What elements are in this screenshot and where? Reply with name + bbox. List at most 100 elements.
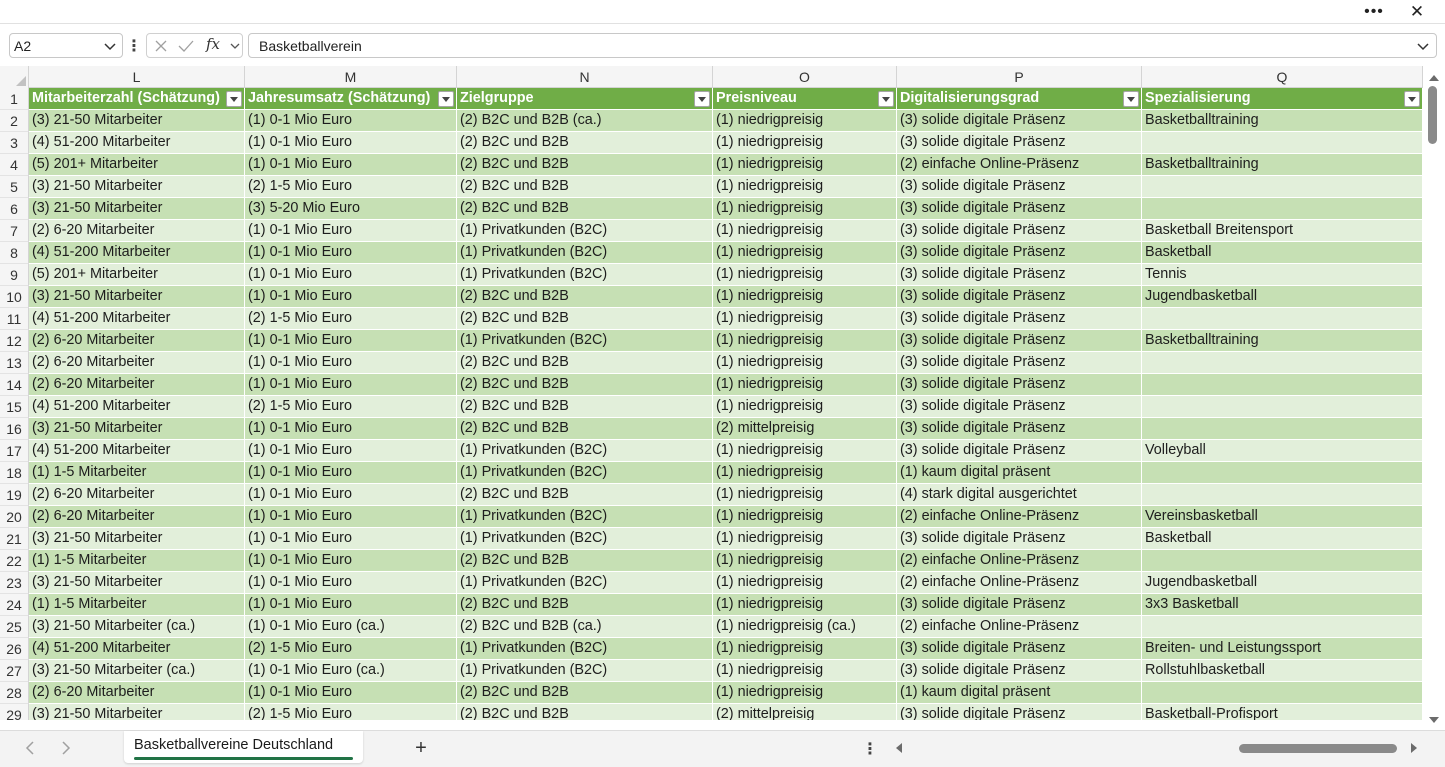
table-cell[interactable]: (1) 1-5 Mitarbeiter [29,594,245,616]
table-cell[interactable]: (2) einfache Online-Präsenz [897,616,1142,638]
table-cell[interactable]: (1) niedrigpreisig [713,242,897,264]
table-cell[interactable]: (1) 0-1 Mio Euro [245,154,457,176]
row-header[interactable]: 26 [0,638,29,660]
table-cell[interactable]: (3) 21-50 Mitarbeiter [29,286,245,308]
table-cell[interactable]: (2) B2C und B2B [457,308,713,330]
more-options-button[interactable]: ••• [1354,0,1394,23]
table-cell[interactable]: (2) 6-20 Mitarbeiter [29,374,245,396]
table-cell[interactable] [1142,374,1423,396]
table-cell[interactable]: (1) 0-1 Mio Euro [245,264,457,286]
table-cell[interactable] [1142,462,1423,484]
table-cell[interactable]: (4) 51-200 Mitarbeiter [29,308,245,330]
sheet-bar-options-icon[interactable]: ⋮ [862,739,878,759]
table-cell[interactable]: (1) 0-1 Mio Euro (ca.) [245,616,457,638]
add-sheet-button[interactable]: + [411,737,431,759]
header-cell[interactable]: Digitalisierungsgrad [897,88,1142,110]
table-cell[interactable]: (2) B2C und B2B [457,132,713,154]
table-cell[interactable]: (5) 201+ Mitarbeiter [29,154,245,176]
row-header[interactable]: 8 [0,242,29,264]
table-cell[interactable]: (1) 0-1 Mio Euro [245,440,457,462]
table-cell[interactable]: (3) 21-50 Mitarbeiter [29,198,245,220]
table-cell[interactable]: (1) niedrigpreisig [713,154,897,176]
filter-dropdown-button[interactable] [1404,91,1420,107]
table-cell[interactable]: (2) B2C und B2B [457,176,713,198]
table-cell[interactable]: (2) B2C und B2B [457,550,713,572]
table-cell[interactable]: (1) niedrigpreisig [713,572,897,594]
row-header[interactable]: 27 [0,660,29,682]
table-cell[interactable]: (2) B2C und B2B (ca.) [457,616,713,638]
table-cell[interactable]: (1) 0-1 Mio Euro [245,572,457,594]
table-cell[interactable]: Vereinsbasketball [1142,506,1423,528]
table-cell[interactable]: (3) 21-50 Mitarbeiter [29,176,245,198]
scroll-down-icon[interactable] [1428,714,1440,726]
table-cell[interactable]: (1) niedrigpreisig [713,176,897,198]
next-sheet-icon[interactable] [58,740,74,756]
table-cell[interactable]: (2) mittelpreisig [713,418,897,440]
table-cell[interactable]: (3) 21-50 Mitarbeiter [29,528,245,550]
table-cell[interactable]: (2) B2C und B2B [457,484,713,506]
table-cell[interactable]: (2) 6-20 Mitarbeiter [29,352,245,374]
table-cell[interactable]: (2) B2C und B2B [457,352,713,374]
table-cell[interactable]: (1) 0-1 Mio Euro [245,220,457,242]
row-header[interactable]: 17 [0,440,29,462]
table-cell[interactable]: (1) 0-1 Mio Euro [245,330,457,352]
worksheet-grid[interactable]: LMNOPQ 1 Mitarbeiterzahl (Schätzung) Jahre… [0,66,1423,730]
table-cell[interactable]: (3) solide digitale Präsenz [897,660,1142,682]
row-header[interactable]: 21 [0,528,29,550]
table-cell[interactable]: (1) Privatkunden (B2C) [457,572,713,594]
table-cell[interactable]: (1) 0-1 Mio Euro [245,110,457,132]
header-cell[interactable]: Mitarbeiterzahl (Schätzung) [29,88,245,110]
insert-function-button[interactable]: fx [204,35,222,53]
table-cell[interactable] [1142,308,1423,330]
name-box[interactable]: A2 [9,33,123,58]
row-header[interactable]: 7 [0,220,29,242]
table-cell[interactable]: (1) Privatkunden (B2C) [457,264,713,286]
table-cell[interactable]: (2) einfache Online-Präsenz [897,550,1142,572]
table-cell[interactable]: (1) kaum digital präsent [897,682,1142,704]
table-cell[interactable]: (2) B2C und B2B [457,418,713,440]
formula-bar-options-icon[interactable]: ⋮ [126,33,142,58]
table-cell[interactable]: (1) Privatkunden (B2C) [457,220,713,242]
table-cell[interactable]: (3) solide digitale Präsenz [897,330,1142,352]
table-cell[interactable]: (2) B2C und B2B [457,154,713,176]
row-header[interactable]: 15 [0,396,29,418]
column-header-m[interactable]: M [245,66,457,88]
filter-dropdown-button[interactable] [878,91,894,107]
close-button[interactable]: ✕ [1397,0,1437,23]
header-cell[interactable]: Zielgruppe [457,88,713,110]
table-cell[interactable]: (3) 21-50 Mitarbeiter [29,572,245,594]
table-cell[interactable]: (1) Privatkunden (B2C) [457,660,713,682]
table-cell[interactable]: (1) Privatkunden (B2C) [457,330,713,352]
table-cell[interactable]: (3) solide digitale Präsenz [897,132,1142,154]
table-cell[interactable]: Breiten- und Leistungssport [1142,638,1423,660]
table-cell[interactable] [1142,352,1423,374]
table-cell[interactable]: (1) 0-1 Mio Euro [245,506,457,528]
table-cell[interactable]: (1) niedrigpreisig [713,330,897,352]
table-cell[interactable]: (2) 1-5 Mio Euro [245,308,457,330]
table-cell[interactable]: (2) 1-5 Mio Euro [245,396,457,418]
row-header[interactable]: 9 [0,264,29,286]
table-cell[interactable]: (3) solide digitale Präsenz [897,242,1142,264]
row-header[interactable]: 24 [0,594,29,616]
table-cell[interactable]: (1) 0-1 Mio Euro [245,550,457,572]
table-cell[interactable]: (3) solide digitale Präsenz [897,638,1142,660]
row-header[interactable]: 13 [0,352,29,374]
table-cell[interactable] [1142,396,1423,418]
table-cell[interactable]: (1) 0-1 Mio Euro [245,484,457,506]
filter-dropdown-button[interactable] [438,91,454,107]
row-header[interactable]: 20 [0,506,29,528]
table-cell[interactable]: (2) 6-20 Mitarbeiter [29,220,245,242]
table-cell[interactable]: Rollstuhlbasketball [1142,660,1423,682]
table-cell[interactable]: Tennis [1142,264,1423,286]
table-cell[interactable]: (1) Privatkunden (B2C) [457,528,713,550]
sheet-tab-active[interactable]: Basketballvereine Deutschland [124,731,363,763]
table-cell[interactable]: (2) 1-5 Mio Euro [245,638,457,660]
table-cell[interactable]: (3) 21-50 Mitarbeiter [29,418,245,440]
table-cell[interactable]: (1) Privatkunden (B2C) [457,440,713,462]
table-cell[interactable]: (3) solide digitale Präsenz [897,264,1142,286]
row-header[interactable]: 12 [0,330,29,352]
table-cell[interactable]: Jugendbasketball [1142,286,1423,308]
table-cell[interactable]: (4) 51-200 Mitarbeiter [29,396,245,418]
table-cell[interactable] [1142,418,1423,440]
row-header[interactable]: 23 [0,572,29,594]
